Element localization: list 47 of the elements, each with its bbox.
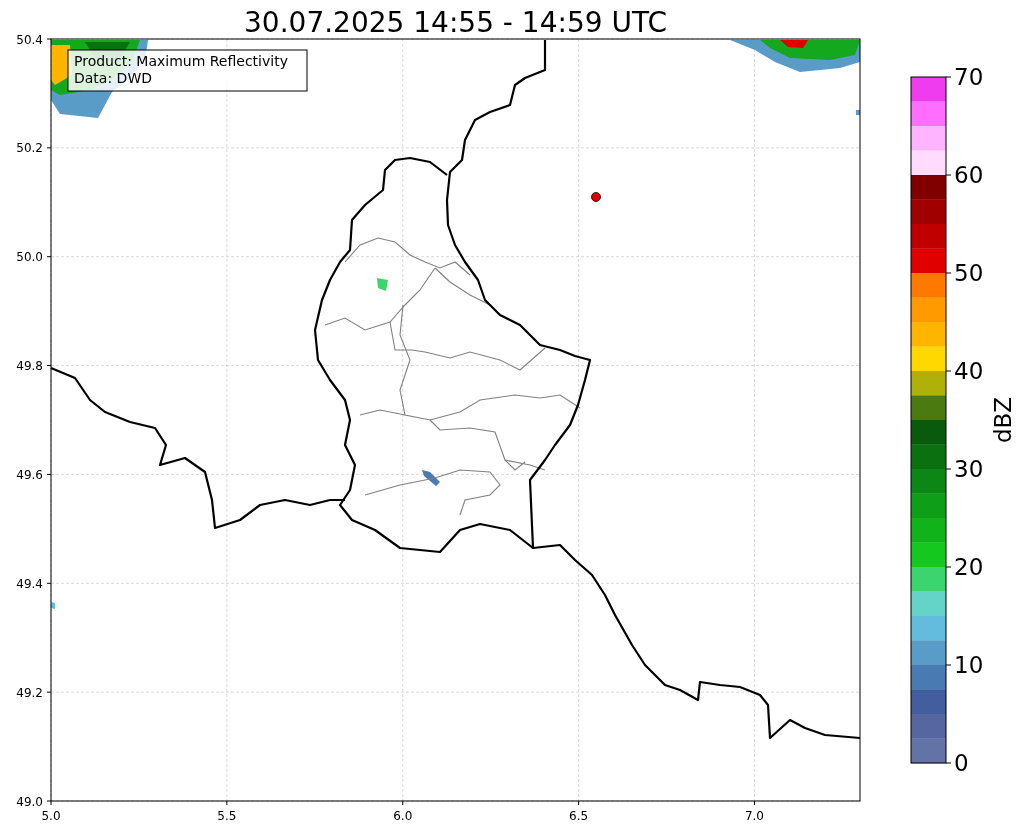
tick-mark: [46, 38, 52, 40]
tick-mark: [46, 473, 52, 475]
colorbar-tick-label: 10: [954, 652, 984, 678]
tick-mark: [945, 468, 952, 470]
y-tick-label: 49.2: [16, 685, 43, 700]
y-tick-label: 49.0: [16, 794, 43, 809]
y-tick-label: 49.8: [16, 359, 43, 374]
tick-mark: [46, 582, 52, 584]
x-tick-label: 6.5: [569, 809, 589, 823]
colorbar-tick-label: 30: [954, 456, 984, 482]
x-tick-label: 6.0: [393, 809, 413, 823]
tick-mark: [754, 800, 755, 806]
radar-echo: [377, 278, 388, 291]
tick-mark: [945, 664, 952, 666]
colorbar-tick-label: 0: [954, 750, 969, 776]
tick-mark: [945, 762, 952, 764]
tick-mark: [945, 76, 952, 78]
x-tick-label: 5.0: [41, 809, 61, 823]
tick-mark: [945, 566, 952, 568]
tick-mark: [226, 800, 228, 806]
tick-mark: [46, 256, 52, 258]
radar-echo: [422, 470, 440, 486]
colorbar-tick-label: 50: [954, 260, 984, 286]
tick-mark: [46, 365, 52, 367]
tick-mark: [402, 800, 404, 806]
tick-mark: [578, 800, 580, 806]
colorbar-tick-label: 60: [954, 162, 984, 188]
x-tick-label: 7.0: [744, 809, 765, 823]
radar-echo: [51, 602, 55, 609]
tick-mark: [945, 272, 952, 274]
colorbar-label: dBZ: [990, 396, 1016, 444]
y-tick-label: 50.4: [16, 32, 43, 47]
tick-mark: [945, 174, 952, 176]
radar-echo: [856, 110, 860, 115]
x-tick-label: 5.5: [217, 809, 237, 823]
y-tick-label: 50.2: [16, 141, 43, 156]
colorbar-tick-label: 40: [954, 358, 984, 384]
location-marker: [591, 192, 601, 202]
colorbar-tick-label: 70: [954, 64, 984, 90]
figure-title: 30.07.2025 14:55 - 14:59 UTC: [244, 6, 667, 39]
tick-mark: [945, 370, 952, 372]
tick-mark: [46, 691, 52, 693]
colorbar-tick-label: 20: [954, 554, 984, 580]
y-tick-label: 50.0: [16, 250, 43, 265]
y-tick-label: 49.4: [16, 576, 43, 591]
tick-mark: [46, 147, 52, 149]
y-tick-label: 49.6: [16, 467, 43, 482]
